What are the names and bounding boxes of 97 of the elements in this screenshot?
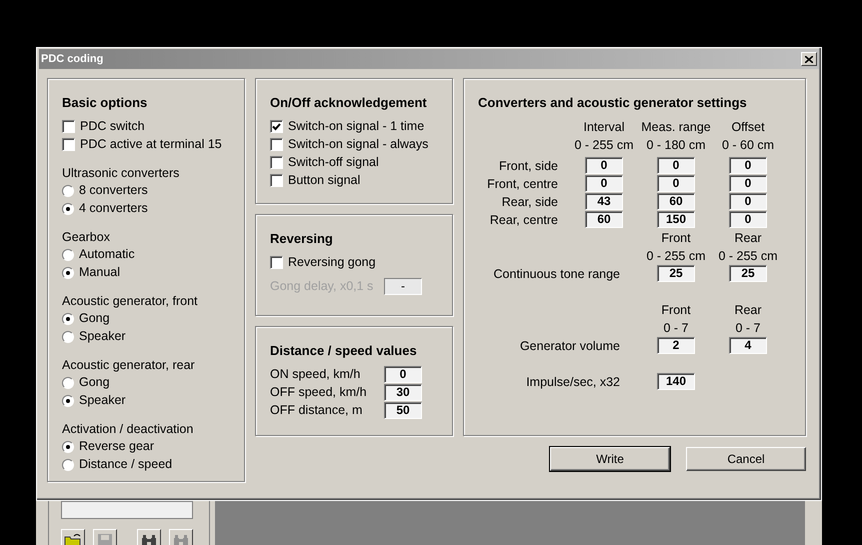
input-field[interactable]: 0 [729, 157, 767, 174]
radio-label[interactable]: Gong [79, 309, 110, 328]
field-label: ON speed, km/h [270, 366, 362, 384]
radio-label[interactable]: Automatic [79, 245, 135, 264]
checkbox-label[interactable]: Switch-on signal - always [288, 135, 428, 154]
group-label: Acoustic generator, rear [62, 356, 196, 374]
input-field[interactable]: 0 [729, 193, 767, 210]
checkbox-label[interactable]: PDC active at terminal 15 [80, 135, 222, 154]
column-range: 0 - 60 cm [722, 136, 774, 154]
radio-button[interactable] [62, 202, 74, 214]
field-label: Impulse/sec, x32 [526, 374, 621, 390]
row-label: Front, side [498, 158, 559, 174]
input-field[interactable]: 4 [729, 337, 767, 354]
checkbox[interactable] [270, 256, 283, 269]
input-field[interactable]: 2 [657, 337, 695, 354]
dialog-button[interactable]: Write [550, 447, 670, 471]
input-field[interactable]: 0 [729, 211, 767, 228]
input-field[interactable]: 60 [657, 193, 695, 210]
checkbox[interactable] [270, 174, 283, 187]
input-field[interactable]: 25 [729, 265, 767, 282]
window-title: PDC coding [41, 52, 104, 67]
input-field[interactable]: 0 [657, 157, 695, 174]
input-field[interactable]: 25 [657, 265, 695, 282]
column-header: Offset [731, 118, 765, 136]
checkbox-label[interactable]: Reversing gong [288, 253, 376, 272]
checkbox[interactable] [270, 120, 283, 133]
checkbox-label[interactable]: Switch-off signal [288, 153, 379, 172]
input-field[interactable]: 150 [657, 211, 695, 228]
column-header: Front [661, 230, 691, 246]
row-label: Front, centre [487, 176, 559, 192]
radio-button[interactable] [62, 330, 74, 342]
column-range: 0 - 7 [735, 320, 760, 336]
column-range: 0 - 7 [663, 320, 688, 336]
field-label: OFF speed, km/h [270, 384, 368, 402]
radio-label[interactable]: Reverse gear [79, 437, 154, 456]
checkbox-label[interactable]: PDC switch [80, 117, 145, 136]
checkbox[interactable] [62, 120, 75, 133]
text-field[interactable] [61, 501, 193, 519]
input-field[interactable]: 43 [585, 193, 623, 210]
checkbox-label[interactable]: Switch-on signal - 1 time [288, 117, 424, 136]
input-field[interactable]: 0 [657, 175, 695, 192]
checkbox[interactable] [62, 138, 75, 151]
radio-label[interactable]: Gong [79, 373, 110, 392]
row-label: Rear, centre [490, 212, 559, 228]
radio-label[interactable]: 8 converters [79, 181, 148, 200]
input-field[interactable]: 140 [657, 373, 695, 390]
column-header: Meas. range [641, 118, 711, 136]
folder-icon [64, 533, 82, 545]
field-label: OFF distance, m [270, 402, 364, 420]
radio-button[interactable] [62, 248, 74, 260]
radio-label[interactable]: Speaker [79, 391, 126, 410]
input-field[interactable]: 0 [384, 366, 422, 383]
checkbox[interactable] [270, 138, 283, 151]
binoculars-icon [141, 534, 157, 545]
input-field[interactable]: 0 [729, 175, 767, 192]
radio-button[interactable] [62, 266, 74, 278]
field-label: Continuous tone range [494, 266, 621, 282]
radio-label[interactable]: Manual [79, 263, 120, 282]
radio-button[interactable] [62, 440, 74, 452]
column-header: Front [661, 302, 691, 318]
radio-label[interactable]: Distance / speed [79, 455, 172, 474]
input-field[interactable]: 0 [585, 175, 623, 192]
input-field[interactable]: 30 [384, 384, 422, 401]
column-header: Rear [734, 302, 762, 318]
field-label: Generator volume [520, 338, 621, 354]
group-label: Gearbox [62, 228, 111, 246]
input-field[interactable]: 50 [384, 402, 422, 419]
radio-button[interactable] [62, 184, 74, 196]
binoculars-icon [173, 534, 189, 545]
radio-button[interactable] [62, 394, 74, 406]
row-label: Rear, side [502, 194, 559, 210]
group-label: Ultrasonic converters [62, 164, 180, 182]
column-range: 0 - 255 cm [718, 248, 778, 264]
group-title: Converters and acoustic generator settings [478, 94, 747, 112]
column-header: Rear [734, 230, 762, 246]
column-range: 0 - 255 cm [574, 136, 634, 154]
group-title: Reversing [270, 230, 333, 248]
radio-button[interactable] [62, 376, 74, 388]
radio-label[interactable]: Speaker [79, 327, 126, 346]
column-range: 0 - 180 cm [646, 136, 706, 154]
group-title: Basic options [62, 94, 148, 112]
close-button[interactable] [801, 52, 817, 66]
checkbox[interactable] [270, 156, 283, 169]
checkbox-label[interactable]: Button signal [288, 171, 360, 190]
dialog-button[interactable]: Cancel [686, 447, 806, 471]
radio-button[interactable] [62, 458, 74, 470]
column-header: Interval [584, 118, 624, 136]
group-title: Distance / speed values [270, 342, 417, 360]
radio-label[interactable]: 4 converters [79, 199, 148, 218]
input-field[interactable]: 60 [585, 211, 623, 228]
close-icon [805, 56, 813, 62]
radio-button[interactable] [62, 312, 74, 324]
group-label: Activation / deactivation [62, 420, 194, 438]
input-field[interactable]: 0 [585, 157, 623, 174]
group-title: On/Off acknowledgement [270, 94, 427, 112]
group-label: Acoustic generator, front [62, 292, 198, 310]
column-range: 0 - 255 cm [646, 248, 706, 264]
